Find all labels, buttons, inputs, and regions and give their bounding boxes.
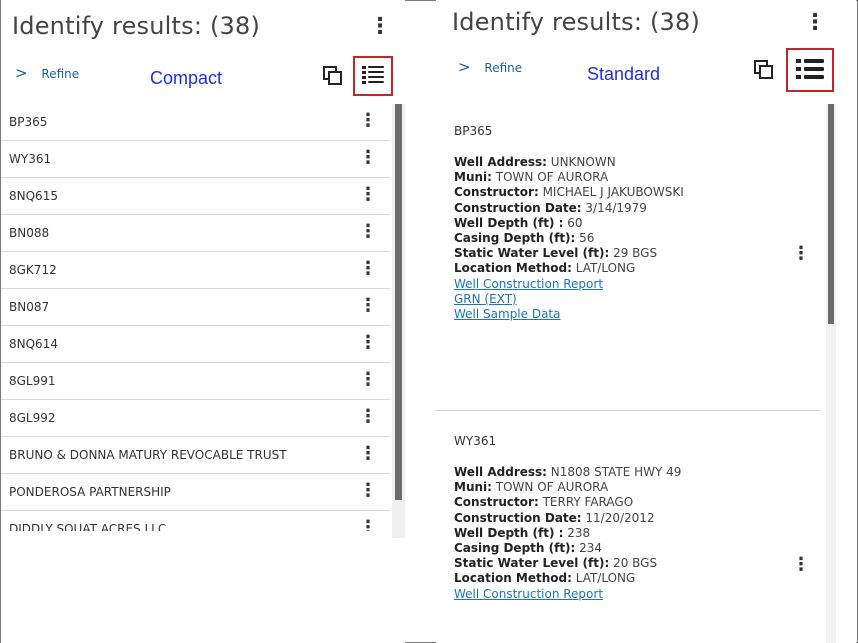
record-fields: Well Address: N1808 STATE HWY 49 Muni: T… [454,465,681,602]
record-id: WY361 [454,434,497,448]
more-vert-icon[interactable]: ⋮ [369,14,391,39]
scrollbar-track[interactable] [826,104,836,643]
more-vert-icon[interactable]: ⋮ [359,258,377,279]
item-label: 8GK712 [9,263,57,277]
standard-results-panel: Identify results: (38) ⋮ > Refine Standa… [436,0,856,643]
well-sample-data-link[interactable]: Well Sample Data [454,307,684,322]
field-row: Location Method: LAT/LONG [454,261,636,276]
field-row: Muni: TOWN OF AURORA [454,480,609,495]
more-vert-icon[interactable]: ⋮ [792,554,810,575]
compact-results-panel: Identify results: (38) ⋮ > Refine Compac… [1,0,405,643]
copy-icon[interactable] [323,66,342,85]
list-item[interactable]: 8NQ615 ⋮ [1,178,390,215]
more-vert-icon[interactable]: ⋮ [359,517,377,531]
refine-toggle[interactable]: > Refine [15,64,79,82]
item-label: BP365 [9,115,48,129]
field-row: Casing Depth (ft): 234 [454,540,603,555]
result-card[interactable]: BP365 Well Address: UNKNOWN Muni: TOWN O… [436,104,821,410]
field-row: Static Water Level (ft): 20 BGS [454,556,658,571]
refine-toggle[interactable]: > Refine [458,58,522,76]
standard-list-button[interactable] [786,48,834,92]
more-vert-icon[interactable]: ⋮ [359,369,377,390]
list-item[interactable]: BN088 ⋮ [1,215,390,252]
more-vert-icon[interactable]: ⋮ [359,295,377,316]
field-row: Casing Depth (ft): 56 [454,230,595,245]
field-row: Construction Date: 11/20/2012 [454,510,655,525]
more-vert-icon[interactable]: ⋮ [359,443,377,464]
more-vert-icon[interactable]: ⋮ [359,147,377,168]
scrollbar-thumb[interactable] [395,104,402,500]
scrollbar-track[interactable] [392,104,405,538]
item-label: 8GL991 [9,374,56,388]
list-item[interactable]: BRUNO & DONNA MATURY REVOCABLE TRUST ⋮ [1,437,390,474]
item-label: DIDDLY SQUAT ACRES LLC [9,522,167,531]
list-item[interactable]: 8NQ614 ⋮ [1,326,390,363]
well-construction-report-link[interactable]: Well Construction Report [454,587,681,602]
field-row: Well Depth (ft) : 238 [454,525,591,540]
field-row: Constructor: MICHAEL J JAKUBOWSKI [454,185,684,200]
item-label: 8GL992 [9,411,56,425]
field-row: Well Address: N1808 STATE HWY 49 [454,465,682,479]
field-row: Construction Date: 3/14/1979 [454,200,647,215]
list-item[interactable]: DIDDLY SQUAT ACRES LLC ⋮ [1,511,390,531]
item-label: 8NQ614 [9,337,58,351]
field-row: Constructor: TERRY FARAGO [454,495,634,510]
item-label: BN088 [9,226,50,240]
well-construction-report-link[interactable]: Well Construction Report [454,277,684,292]
field-row: Static Water Level (ft): 29 BGS [454,246,658,261]
item-label: WY361 [9,152,52,166]
mode-caption: Compact [150,68,223,88]
copy-icon[interactable] [754,60,773,79]
panel-title: Identify results: (38) [452,8,701,36]
compact-list-button[interactable] [353,56,393,96]
more-vert-icon[interactable]: ⋮ [359,110,377,131]
compact-result-list: BP365 ⋮ WY361 ⋮ 8NQ615 ⋮ BN088 ⋮ 8GK712 ⋮ BN0… [1,104,390,531]
item-label: PONDEROSA PARTNERSHIP [9,485,171,499]
list-item[interactable]: BN087 ⋮ [1,289,390,326]
list-item[interactable]: 8GL992 ⋮ [1,400,390,437]
more-vert-icon[interactable]: ⋮ [359,184,377,205]
refine-label: Refine [41,67,80,81]
refine-label: Refine [484,61,523,75]
list-item[interactable]: 8GL991 ⋮ [1,363,390,400]
record-id: BP365 [454,124,493,138]
panel-title: Identify results: (38) [12,12,261,40]
more-vert-icon[interactable]: ⋮ [792,243,810,264]
chevron-right-icon: > [458,58,471,76]
grn-ext-link[interactable]: GRN (EXT) [454,292,684,307]
more-vert-icon[interactable]: ⋮ [359,480,377,501]
field-row: Well Depth (ft) : 60 [454,215,583,230]
record-fields: Well Address: UNKNOWN Muni: TOWN OF AURO… [454,155,684,322]
more-vert-icon[interactable]: ⋮ [359,221,377,242]
more-vert-icon[interactable]: ⋮ [804,10,826,35]
mode-caption: Standard [587,64,661,84]
result-card[interactable]: WY361 Well Address: N1808 STATE HWY 49 M… [436,410,821,643]
chevron-right-icon: > [15,64,28,82]
list-item[interactable]: 8GK712 ⋮ [1,252,390,289]
list-item[interactable]: WY361 ⋮ [1,141,390,178]
field-row: Well Address: UNKNOWN [454,155,616,169]
field-row: Location Method: LAT/LONG [454,571,636,586]
field-row: Muni: TOWN OF AURORA [454,170,609,185]
more-vert-icon[interactable]: ⋮ [359,406,377,427]
list-item[interactable]: PONDEROSA PARTNERSHIP ⋮ [1,474,390,511]
scrollbar-thumb[interactable] [828,104,834,324]
more-vert-icon[interactable]: ⋮ [359,332,377,353]
item-label: 8NQ615 [9,189,58,203]
item-label: BN087 [9,300,50,314]
item-label: BRUNO & DONNA MATURY REVOCABLE TRUST [9,448,287,462]
list-item[interactable]: BP365 ⋮ [1,104,390,141]
